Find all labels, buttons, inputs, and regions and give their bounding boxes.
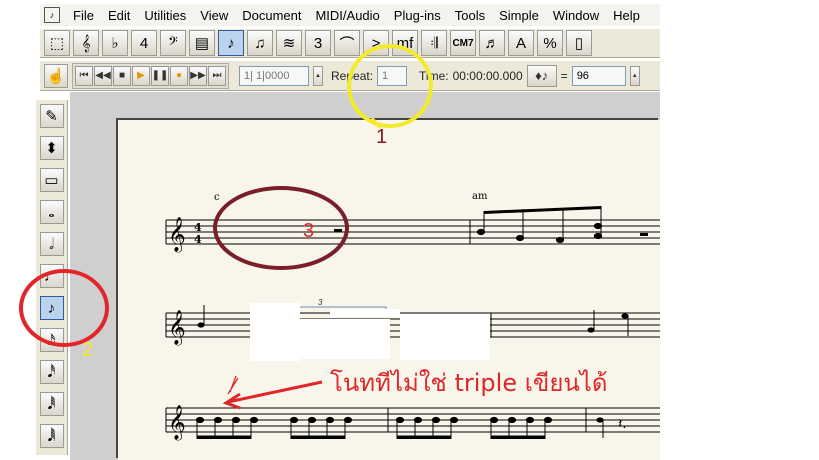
treble-clef-1: 𝄞 <box>168 217 186 253</box>
eighth-note-run <box>195 416 553 439</box>
tuplet-mark: 3 <box>318 298 323 307</box>
red-scribble <box>227 375 239 395</box>
eighth-beam <box>290 435 346 439</box>
annotation-number-3: 3 <box>303 220 315 242</box>
whole-rest <box>334 229 342 232</box>
red-circle-annotation <box>19 269 109 347</box>
time-sig-bottom: 4 <box>194 233 202 246</box>
treble-clef-3: 𝄞 <box>168 405 186 441</box>
treble-clef-2: 𝄞 <box>168 310 186 346</box>
eighth-beam <box>396 435 452 439</box>
annotation-number-1: 1 <box>376 126 388 148</box>
staff-1: 𝄞 4 4 c am <box>165 191 660 253</box>
chord-symbol-am: am <box>472 191 488 202</box>
beamed-eighth-group <box>476 206 603 244</box>
half-rest <box>640 233 648 236</box>
yellow-circle-annotation <box>347 44 433 128</box>
staff-2: 𝄞 3 <box>165 298 660 361</box>
eighth-beam <box>196 435 252 439</box>
staff-3: 𝄞 𝄽. <box>165 405 660 441</box>
annotation-number-2: 2 <box>82 339 94 361</box>
eighth-beam <box>490 435 546 439</box>
quarter-rest: 𝄽. <box>618 416 627 432</box>
thai-annotation-text: โนททีไม่ใช่ triple เขียนได้ <box>330 369 608 397</box>
chord-symbol-c: c <box>214 192 220 203</box>
maroon-circle-annotation <box>213 186 349 270</box>
